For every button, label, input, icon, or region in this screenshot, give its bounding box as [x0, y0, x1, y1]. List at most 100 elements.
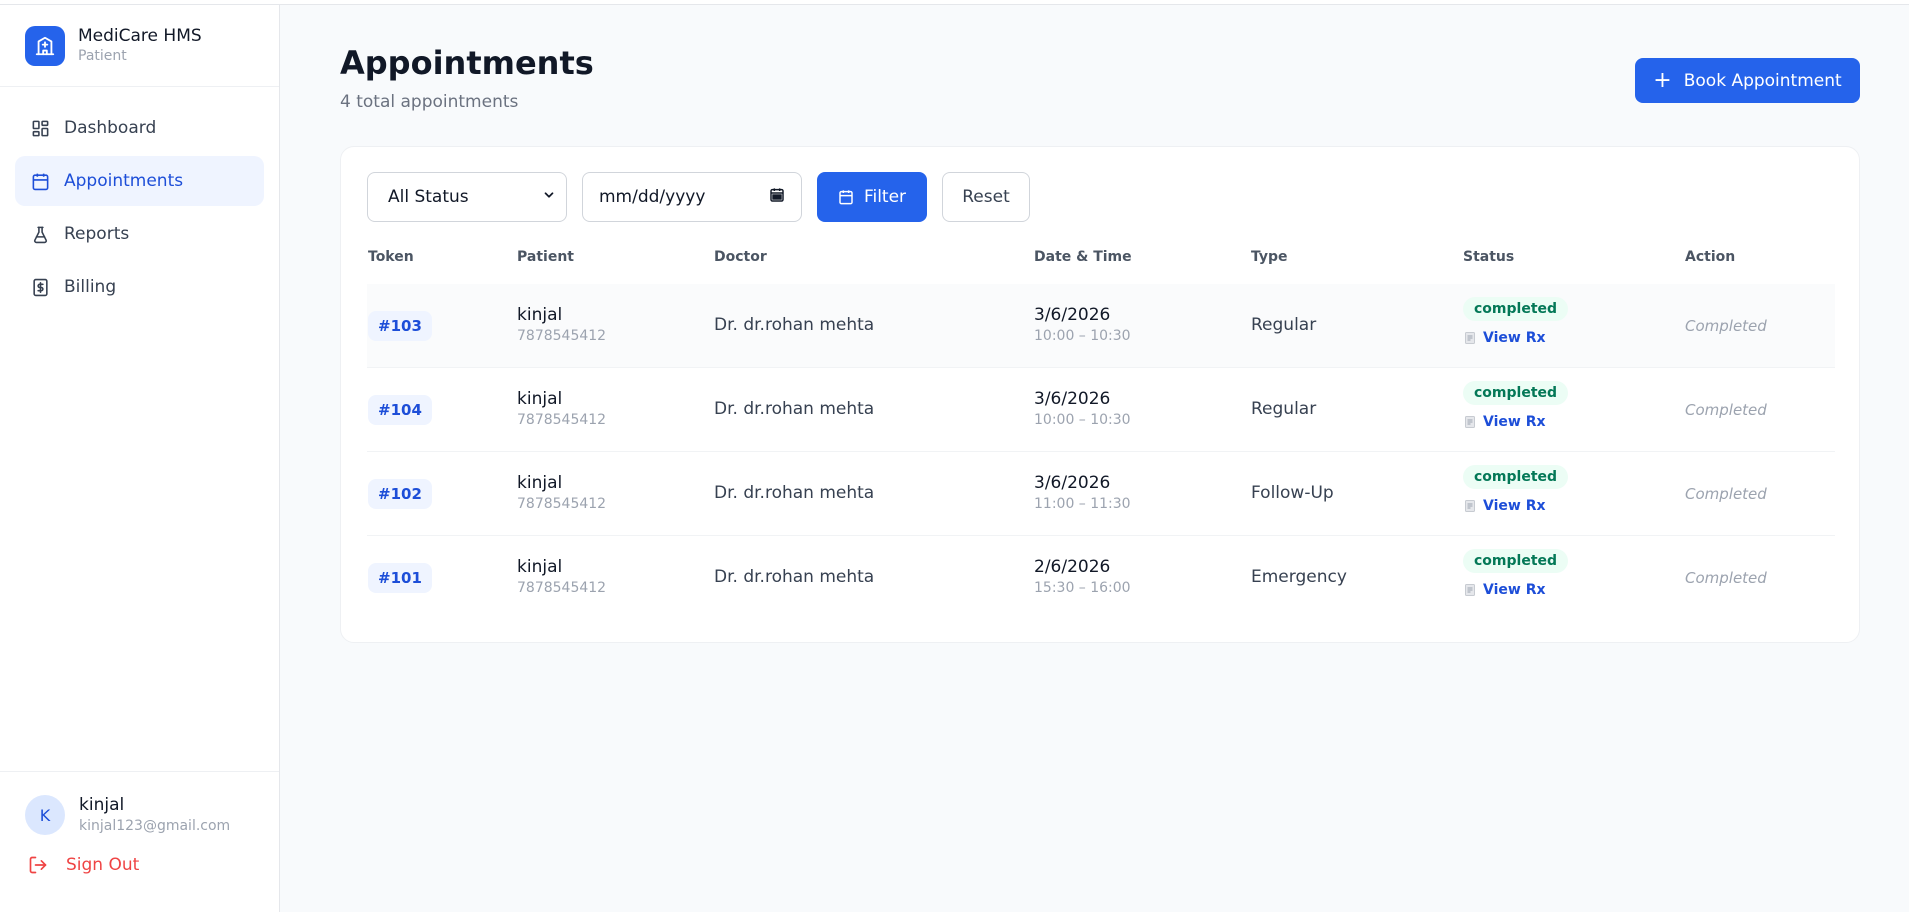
patient-name: kinjal	[517, 473, 563, 493]
column-header-action: Action	[1685, 249, 1736, 265]
hospital-icon	[25, 25, 65, 66]
view-rx-label: View Rx	[1483, 414, 1546, 430]
sidebar-item-label: Reports	[64, 224, 130, 244]
dashboard-icon	[30, 118, 50, 138]
column-header-token: Token	[368, 249, 414, 265]
sidebar-item-label: Appointments	[64, 171, 184, 191]
appointment-time: 15:30 – 16:00	[1034, 580, 1131, 596]
status-select[interactable]: All Status	[367, 172, 567, 222]
sidebar-item-reports[interactable]: Reports	[15, 209, 264, 259]
patient-name: kinjal	[517, 557, 563, 577]
reset-button[interactable]: Reset	[942, 172, 1030, 222]
view-rx-label: View Rx	[1483, 498, 1546, 514]
doctor-name: Dr. dr.rohan mehta	[714, 315, 875, 335]
token-badge: #104	[368, 395, 432, 425]
avatar: K	[25, 795, 65, 835]
plus-icon: +	[1653, 67, 1672, 93]
filter-label: Filter	[863, 187, 907, 207]
patient-name: kinjal	[517, 389, 563, 409]
document-icon	[1465, 500, 1475, 512]
patient-phone: 7878545412	[517, 496, 607, 512]
brand-name: MediCare HMS	[78, 26, 202, 46]
appointment-time: 11:00 – 11:30	[1034, 496, 1131, 512]
appointment-type: Emergency	[1251, 567, 1347, 587]
appointment-type: Follow-Up	[1251, 483, 1334, 503]
flask-icon	[30, 224, 50, 244]
column-header-status: Status	[1463, 249, 1515, 265]
status-select-value: All Status	[388, 187, 469, 207]
receipt-icon	[30, 277, 50, 297]
sign-out-label: Sign Out	[66, 855, 140, 875]
token-badge: #101	[368, 563, 432, 593]
user-panel: K kinjal kinjal123@gmail.com Sign Out	[0, 771, 279, 912]
view-rx-link[interactable]: View Rx	[1465, 330, 1546, 346]
view-rx-link[interactable]: View Rx	[1465, 414, 1546, 430]
appointment-count: 4 total appointments	[340, 92, 519, 112]
appointment-date: 2/6/2026	[1034, 557, 1111, 577]
calendar-picker-icon[interactable]	[769, 187, 785, 208]
appointment-date: 3/6/2026	[1034, 305, 1111, 325]
doctor-name: Dr. dr.rohan mehta	[714, 567, 875, 587]
view-rx-link[interactable]: View Rx	[1465, 582, 1546, 598]
view-rx-label: View Rx	[1483, 582, 1546, 598]
sidebar-item-label: Dashboard	[64, 118, 157, 138]
column-header-doctor: Doctor	[714, 249, 767, 265]
status-badge: completed	[1463, 381, 1569, 405]
view-rx-link[interactable]: View Rx	[1465, 498, 1546, 514]
brand-role: Patient	[78, 48, 127, 64]
token-badge: #102	[368, 479, 432, 509]
token-badge: #103	[368, 311, 432, 341]
user-email: kinjal123@gmail.com	[79, 818, 231, 834]
brand: MediCare HMS Patient	[0, 5, 279, 87]
patient-phone: 7878545412	[517, 328, 607, 344]
sidebar-item-dashboard[interactable]: Dashboard	[15, 103, 264, 153]
status-badge: completed	[1463, 549, 1569, 573]
appointment-type: Regular	[1251, 399, 1317, 419]
sidebar: MediCare HMS Patient Dashboard Appointme…	[0, 5, 280, 912]
appointment-date: 3/6/2026	[1034, 473, 1111, 493]
sidebar-item-label: Billing	[64, 277, 117, 297]
action-text: Completed	[1685, 317, 1767, 335]
table-row: #101 kinjal 7878545412 Dr. dr.rohan meht…	[367, 536, 1835, 620]
chevron-down-icon	[542, 187, 556, 207]
logout-icon	[28, 854, 50, 876]
doctor-name: Dr. dr.rohan mehta	[714, 483, 875, 503]
user-name: kinjal	[79, 795, 125, 815]
table-row: #103 kinjal 7878545412 Dr. dr.rohan meht…	[367, 284, 1835, 368]
column-header-type: Type	[1251, 249, 1288, 265]
date-input[interactable]: mm/dd/yyyy	[582, 172, 802, 222]
patient-phone: 7878545412	[517, 580, 607, 596]
doctor-name: Dr. dr.rohan mehta	[714, 399, 875, 419]
appointment-time: 10:00 – 10:30	[1034, 328, 1131, 344]
page-title: Appointments	[340, 44, 594, 82]
date-input-placeholder: mm/dd/yyyy	[599, 187, 706, 207]
table-row: #102 kinjal 7878545412 Dr. dr.rohan meht…	[367, 452, 1835, 536]
document-icon	[1465, 584, 1475, 596]
column-header-datetime: Date & Time	[1034, 249, 1132, 265]
calendar-icon	[30, 171, 50, 191]
book-appointment-label: Book Appointment	[1683, 70, 1842, 91]
appointment-time: 10:00 – 10:30	[1034, 412, 1131, 428]
sign-out-button[interactable]: Sign Out	[0, 836, 279, 876]
filter-button[interactable]: Filter	[817, 172, 927, 222]
filter-bar: All Status mm/dd/yyyy Filter Reset	[367, 172, 1030, 222]
appointment-date: 3/6/2026	[1034, 389, 1111, 409]
calendar-icon	[838, 189, 854, 205]
patient-phone: 7878545412	[517, 412, 607, 428]
sidebar-item-appointments[interactable]: Appointments	[15, 156, 264, 206]
top-border	[0, 0, 1909, 5]
status-badge: completed	[1463, 465, 1569, 489]
document-icon	[1465, 416, 1475, 428]
table-row: #104 kinjal 7878545412 Dr. dr.rohan meht…	[367, 368, 1835, 452]
book-appointment-button[interactable]: + Book Appointment	[1635, 58, 1860, 103]
column-header-patient: Patient	[517, 249, 574, 265]
document-icon	[1465, 332, 1475, 344]
patient-name: kinjal	[517, 305, 563, 325]
appointments-card: All Status mm/dd/yyyy Filter Reset Token…	[340, 146, 1860, 643]
action-text: Completed	[1685, 401, 1767, 419]
sidebar-item-billing[interactable]: Billing	[15, 262, 264, 312]
status-badge: completed	[1463, 297, 1569, 321]
action-text: Completed	[1685, 485, 1767, 503]
sidebar-nav: Dashboard Appointments Reports Billing	[0, 87, 279, 312]
view-rx-label: View Rx	[1483, 330, 1546, 346]
